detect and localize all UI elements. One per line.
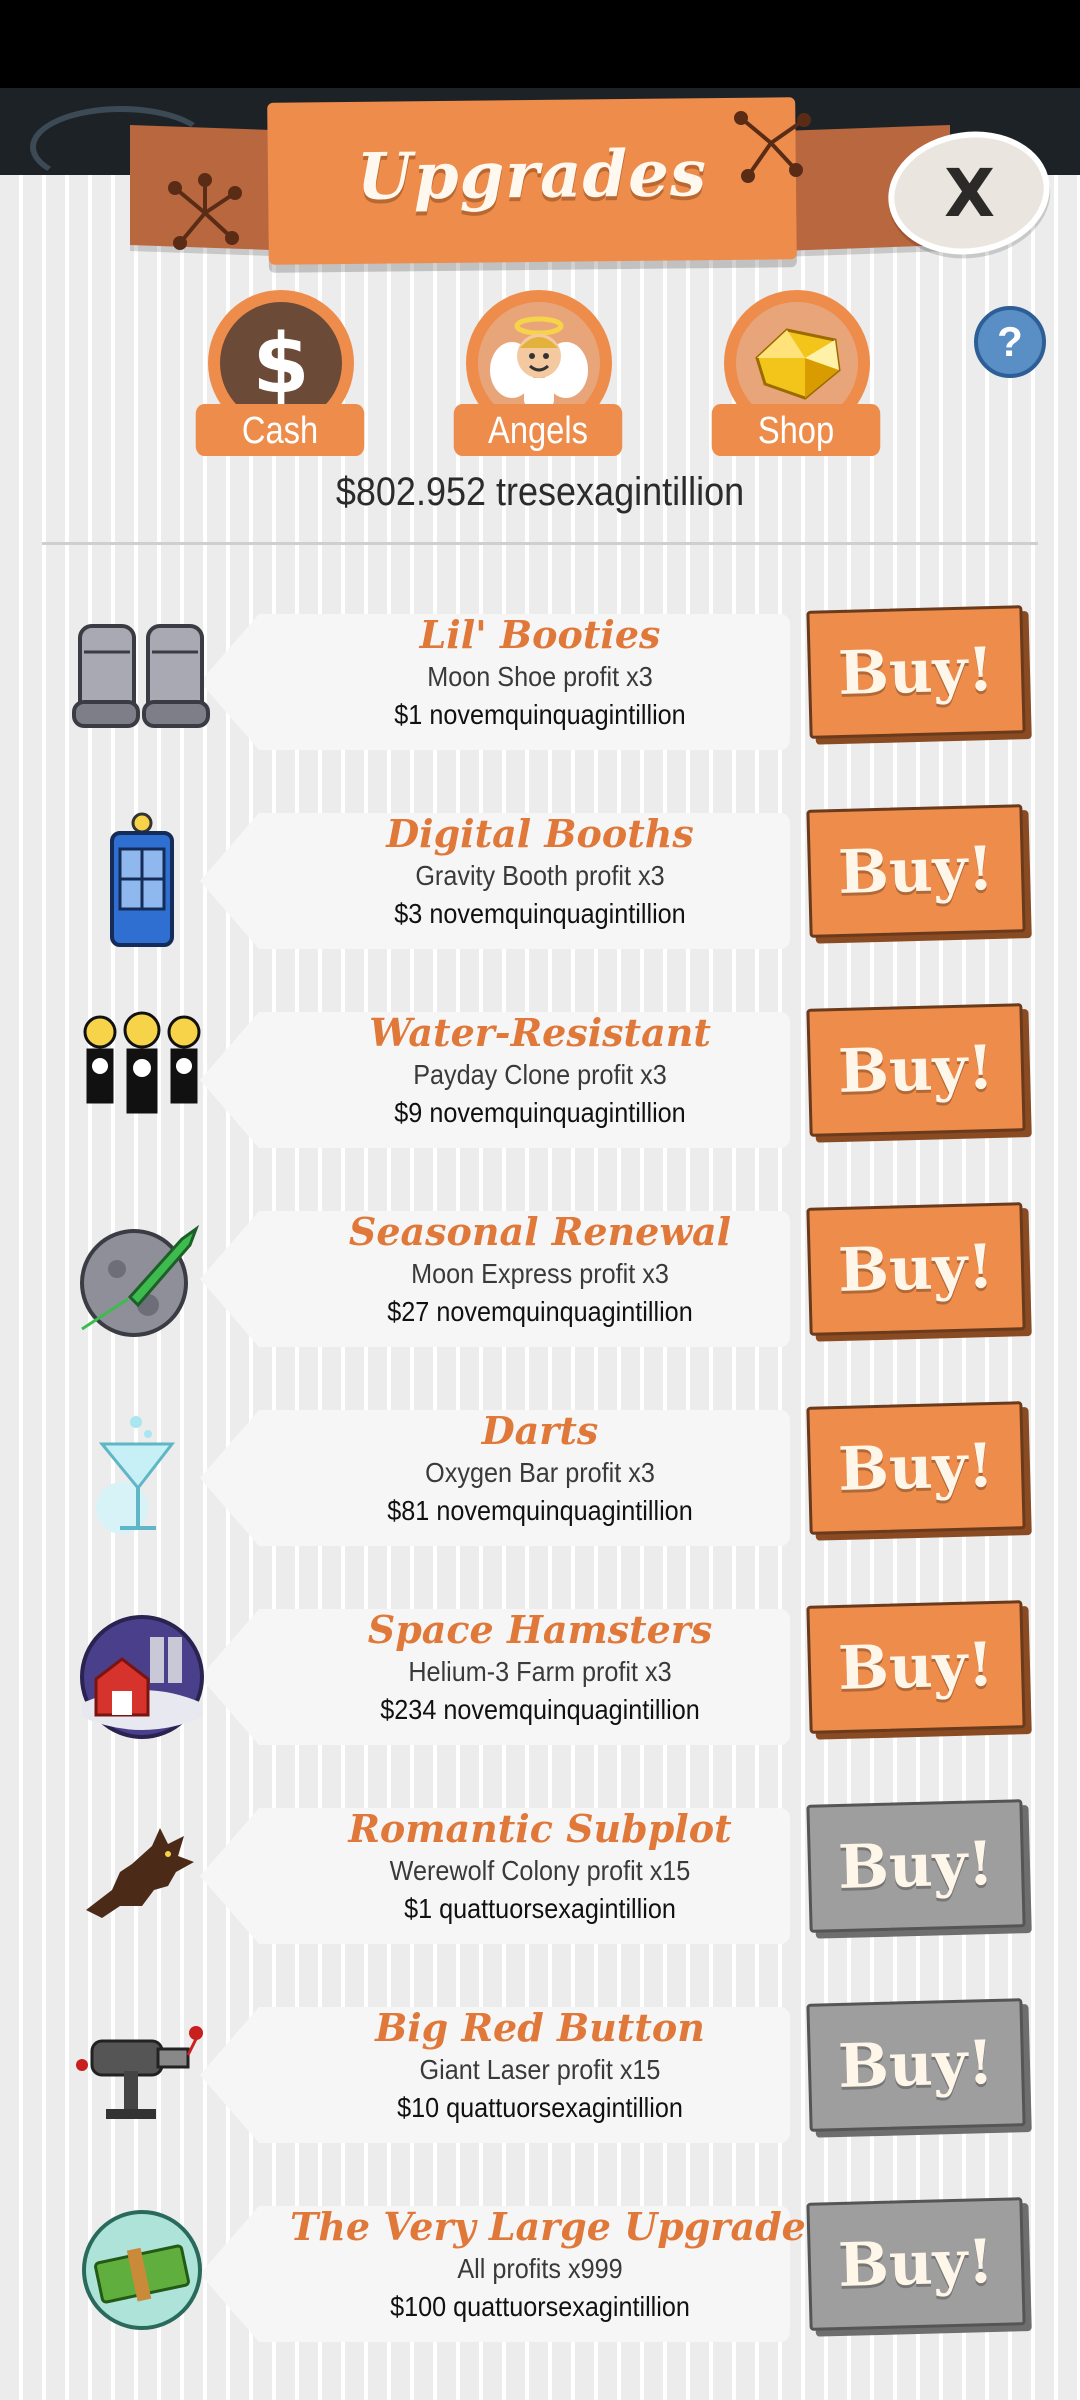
divider xyxy=(42,542,1038,545)
buy-label: Buy! xyxy=(837,1032,995,1108)
upgrade-description: Payday Clone profit x3 xyxy=(413,1059,667,1090)
upgrade-cost: $27 novemquinquagintillion xyxy=(387,1296,693,1327)
upgrade-name: Romantic Subplot xyxy=(348,1806,732,1851)
buy-button[interactable]: Buy! xyxy=(806,1202,1026,1336)
upgrade-description: Helium-3 Farm profit x3 xyxy=(408,1656,672,1687)
upgrade-description: Moon Express profit x3 xyxy=(411,1258,669,1289)
tab-label: Cash xyxy=(195,404,365,456)
farm-barn-icon xyxy=(80,1615,204,1739)
upgrade-description: Oxygen Bar profit x3 xyxy=(425,1457,655,1488)
upgrade-name: Digital Booths xyxy=(386,811,694,856)
upgrade-row: Romantic Subplot Werewolf Colony profit … xyxy=(0,1798,1080,1948)
upgrade-row: Seasonal Renewal Moon Express profit x3 … xyxy=(0,1201,1080,1351)
buy-label: Buy! xyxy=(837,1828,995,1904)
upgrade-cost: $234 novemquinquagintillion xyxy=(380,1694,700,1725)
buy-button[interactable]: Buy! xyxy=(806,1003,1026,1137)
cash-stack-icon xyxy=(82,2210,202,2330)
angel-icon xyxy=(490,316,588,408)
upgrade-cost: $10 quattuorsexagintillion xyxy=(397,2092,683,2123)
close-icon: X xyxy=(943,154,995,232)
page-title: Upgrades xyxy=(356,136,708,215)
buy-label: Buy! xyxy=(837,1231,995,1307)
upgrade-cost: $81 novemquinquagintillion xyxy=(387,1495,693,1526)
atomic-star-icon xyxy=(734,111,811,183)
tab-label: Shop xyxy=(711,404,881,456)
upgrade-name: Seasonal Renewal xyxy=(348,1209,732,1254)
tab-label: Angels xyxy=(453,404,623,456)
upgrade-cost: $3 novemquinquagintillion xyxy=(394,898,686,929)
upgrade-row: Water-Resistant Payday Clone profit x3 $… xyxy=(0,1002,1080,1152)
upgrade-cost: $9 novemquinquagintillion xyxy=(394,1097,686,1128)
dollar-icon: $ xyxy=(252,318,309,408)
upgrade-description: All profits x999 xyxy=(457,2253,623,2284)
buy-label: Buy! xyxy=(837,2027,995,2103)
atomic-star-icon xyxy=(168,173,242,250)
cash-balance: $802.952 tresexagintillion xyxy=(335,470,745,514)
upgrade-name: Water-Resistant xyxy=(369,1010,711,1055)
buy-label: Buy! xyxy=(837,833,995,909)
upgrade-row: Space Hamsters Helium-3 Farm profit x3 $… xyxy=(0,1599,1080,1749)
buy-label: Buy! xyxy=(837,1629,995,1705)
tab-cash[interactable]: $ Cash xyxy=(182,290,382,460)
upgrade-row: Digital Booths Gravity Booth profit x3 $… xyxy=(0,803,1080,953)
gravity-booth-icon xyxy=(110,812,174,947)
clones-icon xyxy=(83,1011,201,1114)
upgrade-name: Lil' Booties xyxy=(419,612,661,657)
upgrade-description: Werewolf Colony profit x15 xyxy=(389,1855,691,1886)
upgrade-cost: $1 quattuorsexagintillion xyxy=(404,1893,676,1924)
svg-text:$: $ xyxy=(252,318,309,408)
upgrade-name: Space Hamsters xyxy=(367,1607,713,1652)
moon-boots-icon xyxy=(72,624,210,728)
upgrade-description: Moon Shoe profit x3 xyxy=(427,661,653,692)
upgrade-row: The Very Large Upgrade All profits x999 … xyxy=(0,2196,1080,2346)
upgrade-row: Darts Oxygen Bar profit x3 $81 novemquin… xyxy=(0,1400,1080,1550)
tab-angels[interactable]: Angels xyxy=(440,290,640,460)
upgrade-description: Gravity Booth profit x3 xyxy=(415,860,665,891)
buy-button[interactable]: Buy! xyxy=(806,804,1026,938)
buy-button[interactable]: Buy! xyxy=(806,605,1026,739)
upgrade-row: Big Red Button Giant Laser profit x15 $1… xyxy=(0,1997,1080,2147)
ray-gun-icon xyxy=(76,2026,203,2119)
buy-button[interactable]: Buy! xyxy=(806,2197,1026,2331)
title-banner: Upgrades xyxy=(267,97,797,265)
upgrade-name: Darts xyxy=(481,1408,599,1453)
buy-button[interactable]: Buy! xyxy=(806,1401,1026,1535)
werewolf-icon xyxy=(86,1828,194,1918)
buy-label: Buy! xyxy=(837,1430,995,1506)
cocktail-glass-icon xyxy=(96,1416,176,1534)
upgrade-name: The Very Large Upgrade xyxy=(290,2204,806,2249)
help-button[interactable]: ? xyxy=(974,306,1046,378)
tab-shop[interactable]: Shop xyxy=(698,290,898,460)
buy-button[interactable]: Buy! xyxy=(806,1799,1026,1933)
gold-gem-icon xyxy=(755,328,841,400)
buy-button[interactable]: Buy! xyxy=(806,1600,1026,1734)
buy-label: Buy! xyxy=(837,634,995,710)
moon-rocket-icon xyxy=(80,1224,200,1337)
status-bar xyxy=(0,0,1080,88)
upgrade-cost: $1 novemquinquagintillion xyxy=(394,699,686,730)
buy-button[interactable]: Buy! xyxy=(806,1998,1026,2132)
upgrade-description: Giant Laser profit x15 xyxy=(419,2054,661,2085)
upgrade-cost: $100 quattuorsexagintillion xyxy=(390,2291,690,2322)
upgrade-row: Lil' Booties Moon Shoe profit x3 $1 nove… xyxy=(0,604,1080,754)
buy-label: Buy! xyxy=(837,2226,995,2302)
upgrade-name: Big Red Button xyxy=(375,2005,705,2050)
